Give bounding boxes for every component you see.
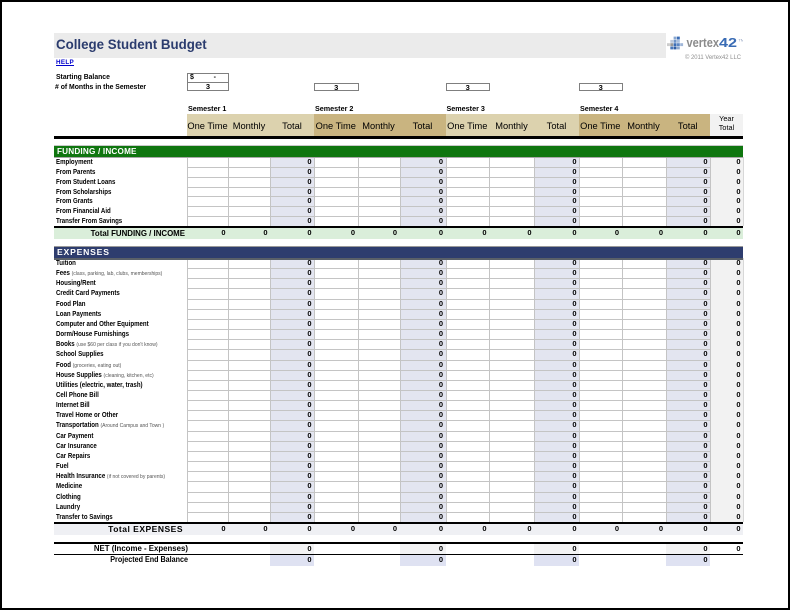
svg-text:42: 42 [719,36,737,50]
svg-text:© 2011 Vertex42 LLC: © 2011 Vertex42 LLC [685,53,741,61]
svg-text:TM: TM [739,39,744,43]
svg-text:vertex: vertex [687,36,720,50]
